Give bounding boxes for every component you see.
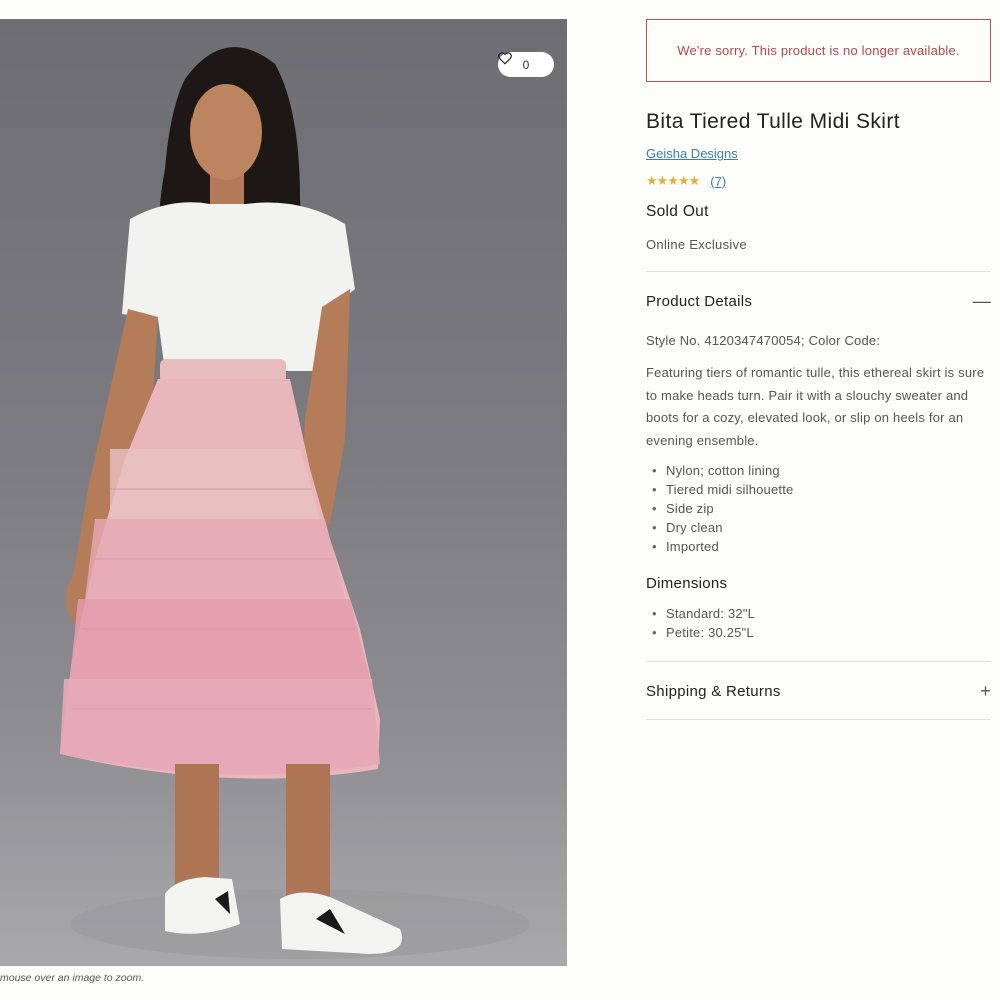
rating-stars: ★★★★★ [646,173,700,188]
favorite-count: 0 [522,57,530,72]
dimensions-heading: Dimensions [646,575,728,592]
list-item: Side zip [646,499,793,518]
heart-icon [498,52,512,65]
list-item: Tiered midi silhouette [646,480,793,499]
product-details-heading: Product Details [646,293,753,310]
unavailable-notice: We're sorry. This product is no longer a… [646,19,991,82]
divider [646,661,991,662]
feature-list: Nylon; cotton lining Tiered midi silhoue… [646,461,793,556]
list-item: Imported [646,537,793,556]
product-description: Featuring tiers of romantic tulle, this … [646,365,985,448]
dimensions-list: Standard: 32"L Petite: 30.25"L [646,604,755,642]
zoom-hint: mouse over an image to zoom. [0,972,145,984]
divider [646,719,991,720]
list-item: Dry clean [646,518,793,537]
collapse-icon: — [972,291,991,311]
brand-link[interactable]: Geisha Designs [646,146,738,161]
list-item: Nylon; cotton lining [646,461,793,480]
shipping-returns-heading: Shipping & Returns [646,683,781,700]
list-item: Petite: 30.25"L [646,623,755,642]
favorite-button[interactable]: 0 [498,52,554,77]
divider [646,271,991,272]
product-title: Bita Tiered Tulle Midi Skirt [646,110,900,133]
list-item: Standard: 32"L [646,604,755,623]
review-count-link[interactable]: (7) [710,174,726,189]
product-photo-illustration [60,47,530,959]
online-exclusive-tag: Online Exclusive [646,237,747,252]
expand-icon: + [980,681,991,701]
style-number: Style No. 4120347470054; Color Code: [646,333,881,348]
product-image[interactable]: 0 [0,19,567,966]
rating: ★★★★★ (7) [646,173,726,189]
shipping-returns-toggle[interactable]: Shipping & Returns + [646,681,991,702]
availability-status: Sold Out [646,203,709,220]
product-details-toggle[interactable]: Product Details — [646,291,991,312]
